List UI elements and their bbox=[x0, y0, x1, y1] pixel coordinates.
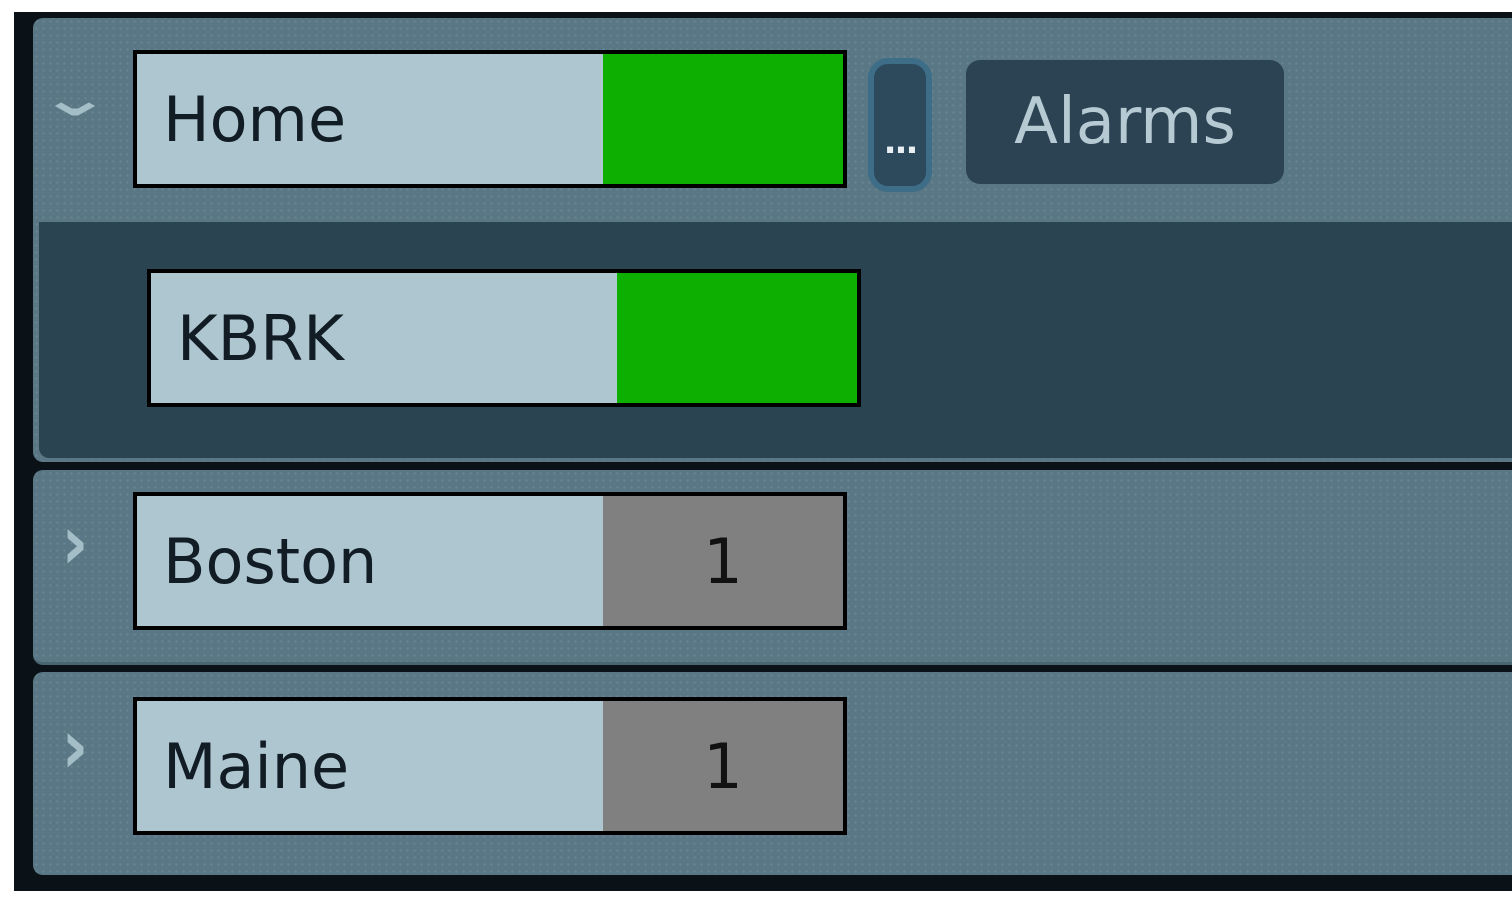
status-indicator bbox=[603, 54, 843, 184]
node-maine[interactable]: Maine 1 bbox=[133, 697, 847, 835]
node-label: KBRK bbox=[177, 301, 344, 375]
count-badge: 1 bbox=[603, 496, 843, 626]
node-label: Home bbox=[163, 82, 347, 156]
chevron-right-icon[interactable]: › bbox=[40, 708, 110, 785]
count-badge: 1 bbox=[603, 701, 843, 831]
node-label: Boston bbox=[163, 524, 378, 598]
alarms-button[interactable]: Alarms bbox=[966, 60, 1284, 184]
more-button[interactable]: ... bbox=[868, 58, 932, 192]
node-home[interactable]: Home bbox=[133, 50, 847, 188]
status-indicator bbox=[617, 273, 857, 403]
chevron-right-icon[interactable]: › bbox=[40, 504, 110, 581]
node-label: Maine bbox=[163, 729, 350, 803]
node-boston[interactable]: Boston 1 bbox=[133, 492, 847, 630]
node-kbrk[interactable]: KBRK bbox=[147, 269, 861, 407]
chevron-down-icon[interactable]: ⌄ bbox=[28, 74, 123, 124]
